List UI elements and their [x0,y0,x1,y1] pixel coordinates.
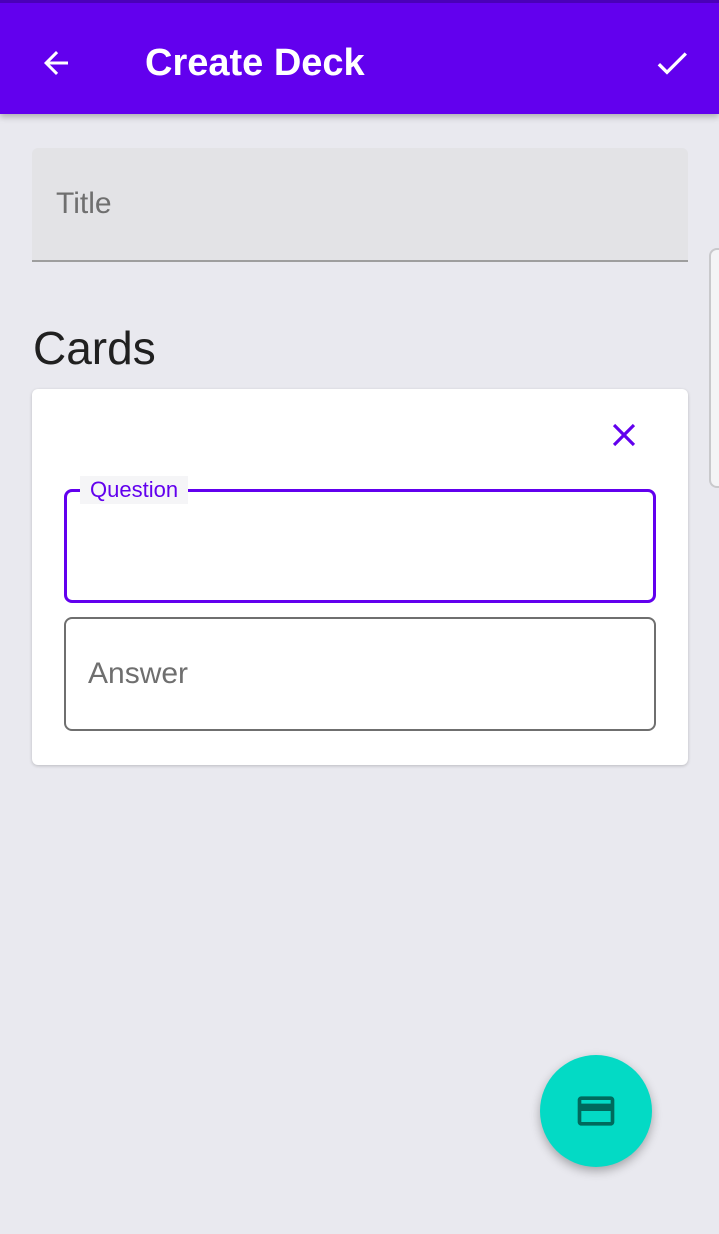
back-button[interactable] [34,41,78,85]
deck-title-field [32,148,688,262]
page-title: Create Deck [145,42,365,84]
remove-card-button[interactable] [602,413,646,457]
answer-input[interactable] [66,619,654,729]
create-deck-screen: Create Deck Cards Question [0,0,719,1234]
check-icon [657,52,687,75]
question-field: Question [64,476,656,603]
deck-title-input[interactable] [32,148,688,260]
card-icon [577,1096,615,1126]
answer-field [64,617,656,731]
cards-heading: Cards [33,322,156,374]
save-deck-button[interactable] [648,41,696,85]
question-input[interactable] [67,492,653,600]
close-icon [612,423,636,447]
app-bar: Create Deck [0,0,719,114]
card-editor: Question [32,389,688,765]
arrow-back-icon [44,51,68,75]
scroll-edge-indicator [709,248,719,488]
add-card-fab[interactable] [540,1055,652,1167]
